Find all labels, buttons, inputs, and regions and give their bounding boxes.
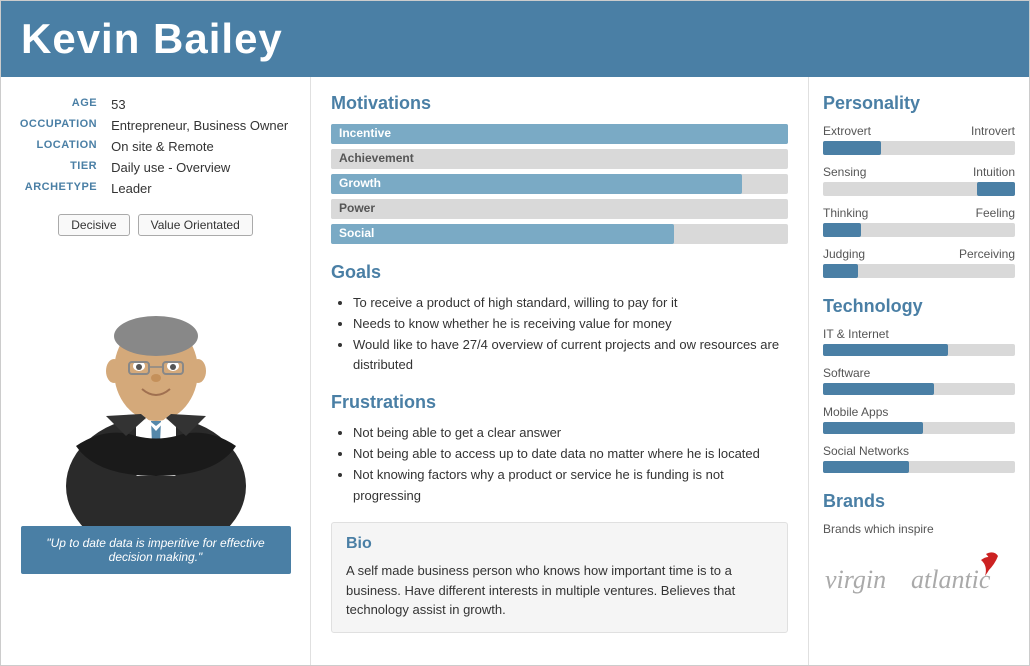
personality-thinking-row: Thinking Feeling [823,206,1015,237]
technology-section: Technology IT & Internet Software Mobile… [823,296,1015,473]
occupation-value: Entrepreneur, Business Owner [107,116,298,135]
right-column: Personality Extrovert Introvert Sensing [809,77,1029,665]
technology-title: Technology [823,296,1015,317]
tags-container: Decisive Value Orientated [58,214,253,236]
profile-name: Kevin Bailey [21,15,1009,63]
introvert-label: Introvert [971,124,1015,138]
extrovert-label: Extrovert [823,124,871,138]
bar-achievement: Achievement [331,149,788,169]
intuition-label: Intuition [973,165,1015,179]
info-table: AGE 53 OCCUPATION Entrepreneur, Business… [11,93,300,200]
goals-section: Goals To receive a product of high stand… [331,262,788,376]
occupation-row: OCCUPATION Entrepreneur, Business Owner [13,116,298,135]
goals-list: To receive a product of high standard, w… [331,293,788,376]
main-content: AGE 53 OCCUPATION Entrepreneur, Business… [1,77,1029,665]
archetype-row: ARCHETYPE Leader [13,179,298,198]
frustrations-list: Not being able to get a clear answer Not… [331,423,788,506]
tag-decisive[interactable]: Decisive [58,214,129,236]
thinking-label: Thinking [823,206,868,220]
frustrations-title: Frustrations [331,392,788,413]
tech-mobile-label: Mobile Apps [823,405,1015,419]
bio-box: Bio A self made business person who know… [331,522,788,633]
age-label: AGE [13,95,105,114]
goal-item-3: Would like to have 27/4 overview of curr… [353,335,788,377]
svg-text:atlantic: atlantic [911,565,991,594]
occupation-label: OCCUPATION [13,116,105,135]
page-wrapper: Kevin Bailey AGE 53 OCCUPATION Entrepren… [0,0,1030,666]
feeling-label: Feeling [976,206,1015,220]
brands-title: Brands [823,491,1015,512]
goal-item-1: To receive a product of high standard, w… [353,293,788,314]
location-label: LOCATION [13,137,105,156]
profile-photo [21,246,291,526]
tech-software: Software [823,366,1015,395]
frustration-item-2: Not being able to access up to date data… [353,444,788,465]
judging-label: Judging [823,247,865,261]
personality-judging-row: Judging Perceiving [823,247,1015,278]
personality-section: Personality Extrovert Introvert Sensing [823,93,1015,278]
tag-value-orientated[interactable]: Value Orientated [138,214,253,236]
brands-section: Brands Brands which inspire virgin atlan… [823,491,1015,601]
tech-it-label: IT & Internet [823,327,1015,341]
middle-column: Motivations Incentive Achievement [311,77,809,665]
goal-item-2: Needs to know whether he is receiving va… [353,314,788,335]
perceiving-label: Perceiving [959,247,1015,261]
tech-software-label: Software [823,366,1015,380]
left-column: AGE 53 OCCUPATION Entrepreneur, Business… [1,77,311,665]
location-row: LOCATION On site & Remote [13,137,298,156]
age-row: AGE 53 [13,95,298,114]
archetype-value: Leader [107,179,298,198]
sensing-label: Sensing [823,165,866,179]
goals-title: Goals [331,262,788,283]
motivations-section: Motivations Incentive Achievement [331,93,788,244]
header: Kevin Bailey [1,1,1029,77]
frustration-item-3: Not knowing factors why a product or ser… [353,465,788,507]
brands-subtitle: Brands which inspire [823,522,1015,536]
tech-it-internet: IT & Internet [823,327,1015,356]
tier-value: Daily use - Overview [107,158,298,177]
motivations-title: Motivations [331,93,788,114]
tier-label: TIER [13,158,105,177]
bio-section: Bio A self made business person who know… [331,522,788,633]
personality-extrovert-row: Extrovert Introvert [823,124,1015,155]
quote-box: "Up to date data is imperitive for effec… [21,526,291,574]
tech-social-networks: Social Networks [823,444,1015,473]
virgin-atlantic-logo: virgin atlantic [823,546,1015,601]
bar-social: Social [331,224,788,244]
personality-sensing-row: Sensing Intuition [823,165,1015,196]
age-value: 53 [107,95,298,114]
quote-text: "Up to date data is imperitive for effec… [46,536,264,564]
person-svg [26,256,286,526]
bar-power: Power [331,199,788,219]
svg-text:virgin: virgin [825,565,886,594]
bar-growth: Growth [331,174,788,194]
bio-title: Bio [346,535,773,553]
frustration-item-1: Not being able to get a clear answer [353,423,788,444]
archetype-label: ARCHETYPE [13,179,105,198]
bio-text: A self made business person who knows ho… [346,561,773,620]
tier-row: TIER Daily use - Overview [13,158,298,177]
frustrations-section: Frustrations Not being able to get a cle… [331,392,788,506]
tech-mobile-apps: Mobile Apps [823,405,1015,434]
tech-social-label: Social Networks [823,444,1015,458]
location-value: On site & Remote [107,137,298,156]
bar-incentive: Incentive [331,124,788,144]
personality-title: Personality [823,93,1015,114]
